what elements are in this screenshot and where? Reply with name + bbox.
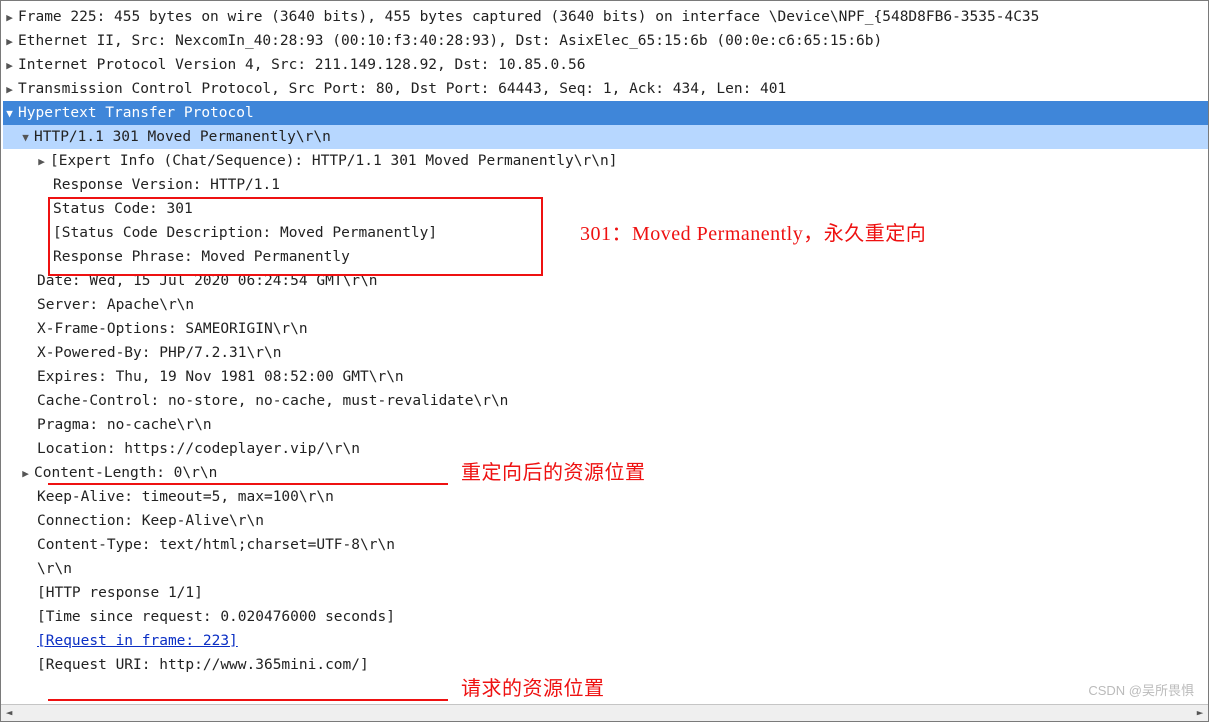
keepalive-row[interactable]: .. Keep-Alive: timeout=5, max=100\r\n bbox=[3, 485, 1208, 509]
pragma-text: Pragma: no-cache\r\n bbox=[35, 413, 214, 437]
server-row[interactable]: .. Server: Apache\r\n bbox=[3, 293, 1208, 317]
httpresp-text: [HTTP response 1/1] bbox=[35, 581, 205, 605]
keepalive-text: Keep-Alive: timeout=5, max=100\r\n bbox=[35, 485, 336, 509]
expert-info-row[interactable]: .. ▶ [Expert Info (Chat/Sequence): HTTP/… bbox=[3, 149, 1208, 173]
contentlen-row[interactable]: . ▶ Content-Length: 0\r\n bbox=[3, 461, 1208, 485]
chevron-right-icon[interactable]: ▶ bbox=[3, 54, 16, 78]
cachectl-row[interactable]: .. Cache-Control: no-store, no-cache, mu… bbox=[3, 389, 1208, 413]
ip-row[interactable]: ▶ Internet Protocol Version 4, Src: 211.… bbox=[3, 53, 1208, 77]
statusdesc-text: [Status Code Description: Moved Permanen… bbox=[51, 221, 439, 245]
chevron-right-icon[interactable]: ▶ bbox=[3, 6, 16, 30]
frame-text: Frame 225: 455 bytes on wire (3640 bits)… bbox=[16, 5, 1041, 29]
chevron-right-icon[interactable]: ▶ bbox=[3, 78, 16, 102]
eth-text: Ethernet II, Src: NexcomIn_40:28:93 (00:… bbox=[16, 29, 884, 53]
pragma-row[interactable]: .. Pragma: no-cache\r\n bbox=[3, 413, 1208, 437]
chevron-right-icon[interactable]: ▶ bbox=[35, 150, 48, 174]
server-text: Server: Apache\r\n bbox=[35, 293, 196, 317]
crlf-text: \r\n bbox=[35, 557, 74, 581]
expert-text: [Expert Info (Chat/Sequence): HTTP/1.1 3… bbox=[48, 149, 619, 173]
statuscode-text: Status Code: 301 bbox=[51, 197, 195, 221]
frame-row[interactable]: ▶ Frame 225: 455 bytes on wire (3640 bit… bbox=[3, 5, 1208, 29]
chevron-right-icon[interactable]: ▶ bbox=[3, 30, 16, 54]
requri-text: [Request URI: http://www.365mini.com/] bbox=[35, 653, 371, 677]
xframe-row[interactable]: .. X-Frame-Options: SAMEORIGIN\r\n bbox=[3, 317, 1208, 341]
response-phrase-row[interactable]: ... Response Phrase: Moved Permanently bbox=[3, 245, 1208, 269]
reqinframe-row[interactable]: .. [Request in frame: 223] bbox=[3, 629, 1208, 653]
connection-text: Connection: Keep-Alive\r\n bbox=[35, 509, 266, 533]
date-text: Date: Wed, 15 Jul 2020 06:24:54 GMT\r\n bbox=[35, 269, 379, 293]
horizontal-scrollbar[interactable]: ◄ ► bbox=[1, 704, 1208, 721]
requri-row[interactable]: .. [Request URI: http://www.365mini.com/… bbox=[3, 653, 1208, 677]
status-code-desc-row[interactable]: ... [Status Code Description: Moved Perm… bbox=[3, 221, 1208, 245]
respphrase-text: Response Phrase: Moved Permanently bbox=[51, 245, 352, 269]
xpow-text: X-Powered-By: PHP/7.2.31\r\n bbox=[35, 341, 283, 365]
expires-row[interactable]: .. Expires: Thu, 19 Nov 1981 08:52:00 GM… bbox=[3, 365, 1208, 389]
packet-details-tree[interactable]: ▶ Frame 225: 455 bytes on wire (3640 bit… bbox=[1, 1, 1208, 703]
http-row[interactable]: ▼ Hypertext Transfer Protocol bbox=[3, 101, 1208, 125]
scroll-right-button[interactable]: ► bbox=[1192, 706, 1208, 721]
crlf-row[interactable]: .. \r\n bbox=[3, 557, 1208, 581]
xpow-row[interactable]: .. X-Powered-By: PHP/7.2.31\r\n bbox=[3, 341, 1208, 365]
chevron-down-icon[interactable]: ▼ bbox=[19, 126, 32, 150]
ctype-row[interactable]: .. Content-Type: text/html;charset=UTF-8… bbox=[3, 533, 1208, 557]
http-status-line-row[interactable]: . ▼ HTTP/1.1 301 Moved Permanently\r\n bbox=[3, 125, 1208, 149]
reqinframe-link[interactable]: [Request in frame: 223] bbox=[35, 629, 240, 653]
location-row[interactable]: .. Location: https://codeplayer.vip/\r\n bbox=[3, 437, 1208, 461]
connection-row[interactable]: .. Connection: Keep-Alive\r\n bbox=[3, 509, 1208, 533]
tcp-row[interactable]: ▶ Transmission Control Protocol, Src Por… bbox=[3, 77, 1208, 101]
timesince-row[interactable]: .. [Time since request: 0.020476000 seco… bbox=[3, 605, 1208, 629]
ctype-text: Content-Type: text/html;charset=UTF-8\r\… bbox=[35, 533, 397, 557]
timesince-text: [Time since request: 0.020476000 seconds… bbox=[35, 605, 397, 629]
status-line-text: HTTP/1.1 301 Moved Permanently\r\n bbox=[32, 125, 333, 149]
ip-text: Internet Protocol Version 4, Src: 211.14… bbox=[16, 53, 587, 77]
scroll-left-button[interactable]: ◄ bbox=[1, 706, 17, 721]
status-code-row[interactable]: ... Status Code: 301 bbox=[3, 197, 1208, 221]
http-text: Hypertext Transfer Protocol bbox=[16, 101, 256, 125]
tcp-text: Transmission Control Protocol, Src Port:… bbox=[16, 77, 788, 101]
ethernet-row[interactable]: ▶ Ethernet II, Src: NexcomIn_40:28:93 (0… bbox=[3, 29, 1208, 53]
httpresp-row[interactable]: .. [HTTP response 1/1] bbox=[3, 581, 1208, 605]
xframe-text: X-Frame-Options: SAMEORIGIN\r\n bbox=[35, 317, 310, 341]
expires-text: Expires: Thu, 19 Nov 1981 08:52:00 GMT\r… bbox=[35, 365, 406, 389]
date-row[interactable]: .. Date: Wed, 15 Jul 2020 06:24:54 GMT\r… bbox=[3, 269, 1208, 293]
cachectl-text: Cache-Control: no-store, no-cache, must-… bbox=[35, 389, 510, 413]
location-text: Location: https://codeplayer.vip/\r\n bbox=[35, 437, 362, 461]
response-version-row[interactable]: ... Response Version: HTTP/1.1 bbox=[3, 173, 1208, 197]
chevron-right-icon[interactable]: ▶ bbox=[19, 462, 32, 486]
chevron-down-icon[interactable]: ▼ bbox=[3, 102, 16, 126]
contentlen-text: Content-Length: 0\r\n bbox=[32, 461, 219, 485]
respver-text: Response Version: HTTP/1.1 bbox=[51, 173, 282, 197]
